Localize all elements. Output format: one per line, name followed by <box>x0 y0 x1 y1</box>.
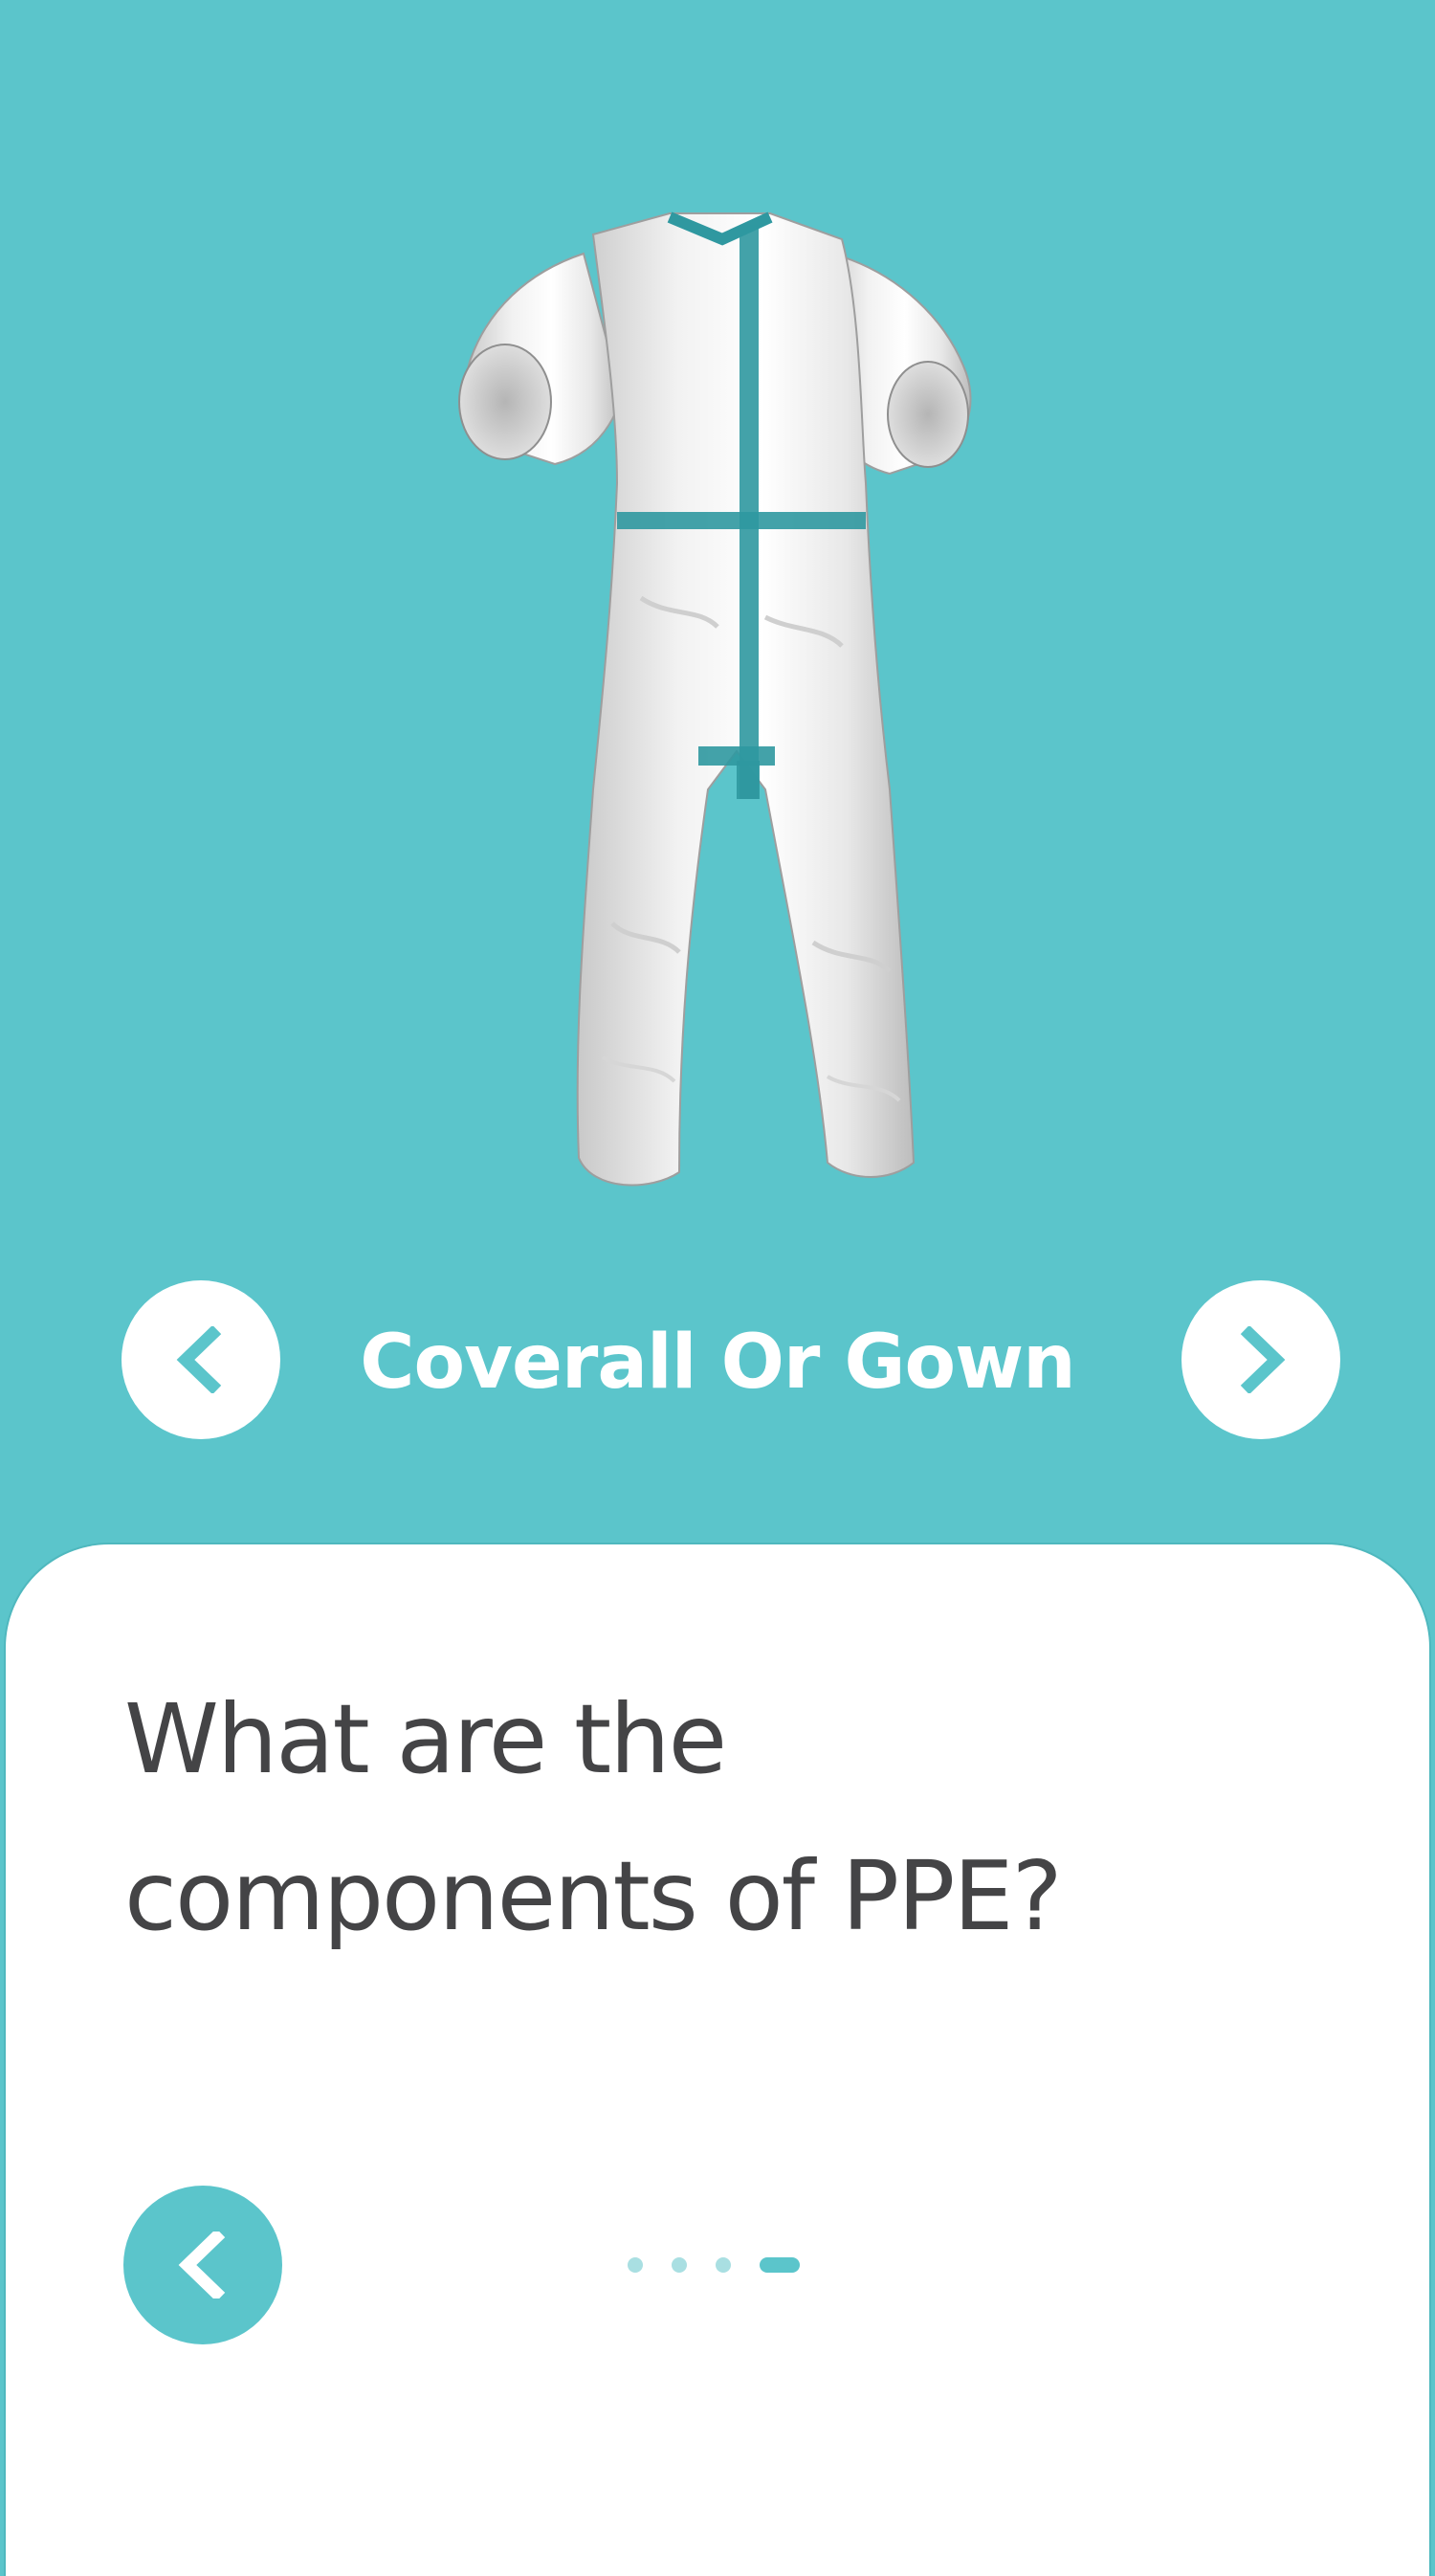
previous-item-button[interactable] <box>121 1280 280 1439</box>
chevron-left-icon <box>176 1326 222 1393</box>
coverall-suit-image <box>458 211 972 1187</box>
hero-section: Coverall Or Gown <box>0 0 1435 1543</box>
question-heading: What are the components of PPE? <box>124 1661 1272 1975</box>
chevron-left-icon <box>178 2232 226 2298</box>
question-line-1: What are the <box>124 1683 727 1795</box>
next-item-button[interactable] <box>1181 1280 1340 1439</box>
page-indicator <box>628 2256 800 2274</box>
page-dot[interactable] <box>628 2257 643 2273</box>
question-line-2: components of PPE? <box>124 1840 1063 1952</box>
item-title: Coverall Or Gown <box>360 1320 1075 1406</box>
info-card: What are the components of PPE? <box>4 1543 1431 2576</box>
back-button[interactable] <box>123 2186 282 2344</box>
page-dot[interactable] <box>716 2257 731 2273</box>
page-dot-active[interactable] <box>760 2257 800 2273</box>
page-dot[interactable] <box>672 2257 687 2273</box>
chevron-right-icon <box>1240 1326 1286 1393</box>
